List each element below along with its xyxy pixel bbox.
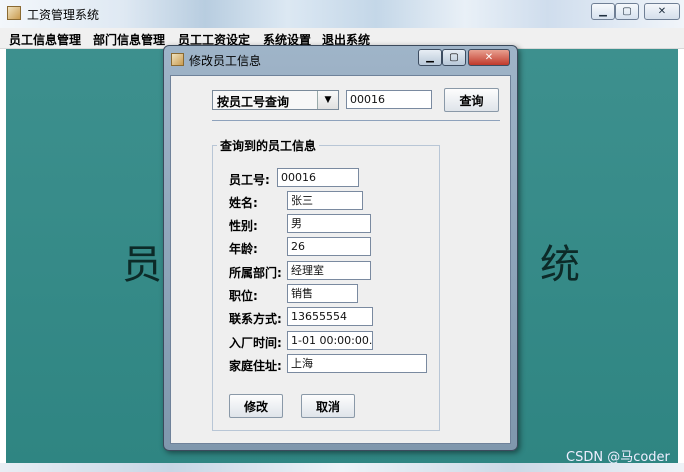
main-window-title: 工资管理系统 [27, 8, 100, 22]
separator [212, 120, 500, 121]
gender-label: 性别: [229, 219, 258, 233]
cancel-button[interactable]: 取消 [301, 394, 355, 418]
position-label: 职位: [229, 289, 258, 303]
modify-button[interactable]: 修改 [229, 394, 283, 418]
name-label: 姓名: [229, 196, 258, 210]
main-title-bar[interactable]: 工资管理系统 ▁ ▢ ✕ [0, 0, 684, 28]
modify-employee-dialog: 修改员工信息 ▁ ▢ ✕ 按员工号查询 ▼ 00016 查询 查询到的员工信息 … [163, 45, 518, 451]
contact-field[interactable]: 13655554 [287, 307, 373, 326]
address-field[interactable]: 上海 [287, 354, 427, 373]
dialog-title: 修改员工信息 [189, 54, 262, 68]
address-label: 家庭住址: [229, 359, 282, 373]
dialog-maximize-button[interactable]: ▢ [442, 49, 466, 66]
department-label: 所属部门: [229, 266, 282, 280]
minimize-button[interactable]: ▁ [591, 3, 615, 20]
search-mode-select[interactable]: 按员工号查询 ▼ [212, 90, 339, 110]
background-char-right: 统 [540, 242, 580, 288]
maximize-button[interactable]: ▢ [615, 3, 639, 20]
app-icon [7, 6, 21, 20]
background-char-left: 员 [122, 242, 162, 288]
dialog-icon [171, 53, 184, 66]
name-field[interactable]: 张三 [287, 191, 363, 210]
age-field[interactable]: 26 [287, 237, 371, 256]
main-window: 工资管理系统 ▁ ▢ ✕ 员工信息管理 部门信息管理 员工工资设定 系统设置 退… [0, 0, 684, 472]
position-field[interactable]: 销售 [287, 284, 358, 303]
group-title: 查询到的员工信息 [217, 137, 320, 154]
employee-id-field[interactable]: 00016 [277, 168, 359, 187]
department-field[interactable]: 经理室 [287, 261, 371, 280]
gender-field[interactable]: 男 [287, 214, 371, 233]
hire-date-label: 入厂时间: [229, 336, 282, 350]
chevron-down-icon[interactable]: ▼ [317, 91, 338, 109]
query-button[interactable]: 查询 [444, 88, 499, 112]
close-button[interactable]: ✕ [644, 3, 680, 20]
dialog-content: 按员工号查询 ▼ 00016 查询 查询到的员工信息 员工号: 00016 姓名… [170, 75, 511, 444]
dialog-close-button[interactable]: ✕ [468, 49, 510, 66]
age-label: 年龄: [229, 242, 258, 256]
taskbar-strip [0, 463, 684, 472]
employee-id-label: 员工号: [229, 173, 270, 187]
hire-date-field[interactable]: 1-01 00:00:00.0 [287, 331, 373, 350]
menu-employee-info[interactable]: 员工信息管理 [9, 31, 81, 48]
search-input[interactable]: 00016 [346, 90, 432, 109]
menu-department-info[interactable]: 部门信息管理 [93, 31, 165, 48]
dialog-minimize-button[interactable]: ▁ [418, 49, 442, 66]
search-mode-value: 按员工号查询 [217, 95, 290, 109]
contact-label: 联系方式: [229, 312, 282, 326]
